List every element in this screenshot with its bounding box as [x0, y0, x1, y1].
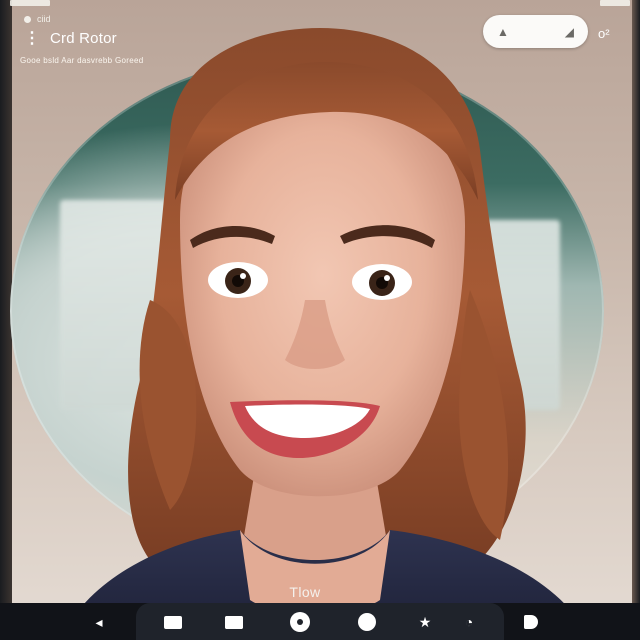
photo-caption: Tlow: [289, 584, 321, 600]
bottom-dock: [136, 603, 504, 640]
gallery-icon[interactable]: [223, 611, 245, 633]
kebab-icon[interactable]: ⋮: [24, 30, 40, 47]
status-mark-left: [10, 0, 50, 6]
timer-icon[interactable]: ◔: [458, 611, 480, 633]
camera-screen: ciid ⋮ Crd Rotor Gooe bsld Aar dasvrebb …: [0, 0, 640, 640]
search-pill[interactable]: ▲ ◢: [483, 15, 588, 48]
search-pill-right-icon[interactable]: ◢: [565, 25, 574, 39]
shutter-icon[interactable]: [289, 611, 311, 633]
status-label: ciid: [37, 14, 51, 24]
star-icon[interactable]: ★: [414, 611, 436, 633]
status-mark-right: [600, 0, 630, 6]
subtitle: Gooe bsld Aar dasvrebb Goreed: [20, 56, 144, 65]
record-dot-icon: [24, 15, 31, 23]
settings-icon[interactable]: [520, 611, 542, 633]
header: ⋮ Crd Rotor: [24, 30, 117, 47]
search-pill-left-icon[interactable]: ▲: [497, 25, 509, 39]
status-bar: ciid: [24, 14, 51, 24]
back-icon[interactable]: ◂: [88, 611, 110, 633]
record-icon[interactable]: [356, 611, 378, 633]
portrait-photo: [60, 28, 590, 640]
switch-camera-icon[interactable]: o²: [598, 26, 610, 41]
folder-icon[interactable]: [162, 611, 184, 633]
app-title: Crd Rotor: [50, 30, 117, 47]
